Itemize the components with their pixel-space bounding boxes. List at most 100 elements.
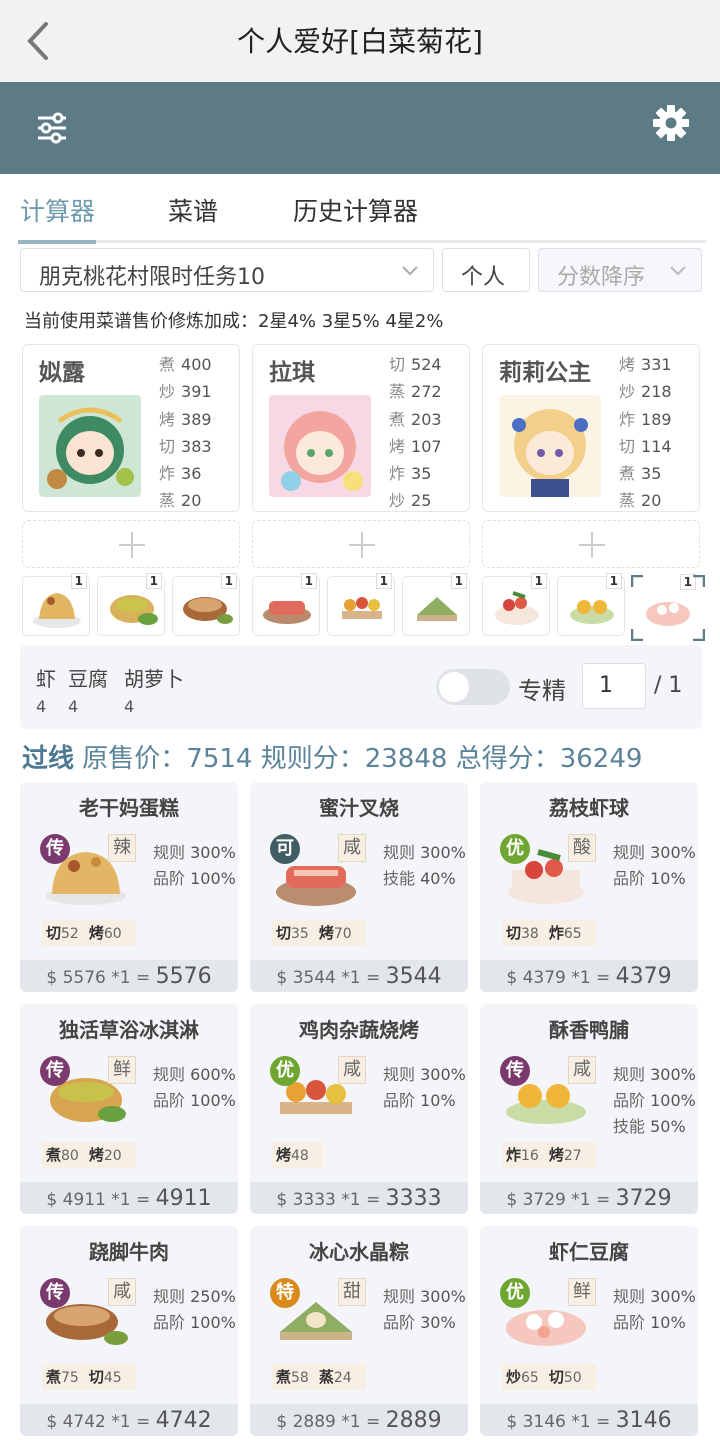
result-card[interactable]: 跷脚牛肉传 咸规则 250% 品阶 100% 煮75 切45 $ 4742 *1 = 47… <box>20 1226 238 1436</box>
chef-skill-list: 切 524 蒸 272 煮 203 烤 107 炸 35 炒 25 <box>389 351 469 515</box>
material-name: 虾 <box>36 667 56 691</box>
tab-history-calculator[interactable]: 历史计算器 <box>293 192 418 228</box>
result-card[interactable]: 鸡肉杂蔬烧烤优 咸规则 300% 品阶 10% 烤48 $ 3333 *1 = 3333 <box>250 1004 468 1214</box>
rank-badge: 可 <box>270 834 300 864</box>
chef-avatar <box>269 395 371 497</box>
chevron-down-icon <box>670 266 686 276</box>
cake-dish-icon <box>33 593 81 628</box>
price-row: $ 4379 *1 = 4379 <box>480 960 698 992</box>
chef-card[interactable]: 拉琪 切 524 蒸 272 煮 203 烤 107 炸 35 炒 25 <box>252 344 470 512</box>
rank-badge: 传 <box>40 1056 70 1086</box>
toggle-knob <box>439 672 469 702</box>
skill-row: 烤 107 <box>389 436 442 456</box>
add-equipment-slot[interactable] <box>22 520 240 568</box>
dish-name: 冰心水晶粽 <box>309 1240 409 1264</box>
scope-select-value: 个人 <box>461 265 506 290</box>
tab-bar: 计算器 菜谱 历史计算器 <box>0 174 720 244</box>
lychee-shrimp-icon <box>495 591 539 625</box>
skill-row: 切 524 <box>389 355 442 374</box>
skill-requirements: 切35 烤70 <box>272 920 366 946</box>
dish-name: 老干妈蛋糕 <box>79 796 179 820</box>
skill-row: 蒸 20 <box>619 491 662 511</box>
rank-badge: 优 <box>500 834 530 864</box>
dish-slot[interactable]: 1 <box>482 573 550 636</box>
bonus-list: 规则 250% 品阶 100% <box>153 1284 236 1336</box>
bonus-list: 规则 300% 品阶 30% <box>383 1284 466 1336</box>
price-row: $ 3146 *1 = 3146 <box>480 1404 698 1436</box>
char-siu-icon <box>263 601 311 624</box>
chef-card[interactable]: 莉莉公主 烤 331 炒 218 炸 189 切 114 煮 35 蒸 20 <box>482 344 700 512</box>
skewer-icon <box>342 597 382 619</box>
bonus-list: 规则 600% 品阶 100% <box>153 1062 236 1114</box>
skill-requirements: 炒65 切50 <box>502 1364 596 1390</box>
result-card[interactable]: 独活草浴冰淇淋传 鲜规则 600% 品阶 100% 煮80 烤20 $ 4911 *1 =… <box>20 1004 238 1214</box>
dish-slot[interactable]: 1 <box>327 573 395 636</box>
bonus-row: 规则 300% <box>153 843 236 862</box>
chevron-down-icon <box>402 266 418 276</box>
settings-button[interactable] <box>650 102 692 144</box>
bonus-row: 品阶 100% <box>613 1091 696 1110</box>
rank-badge: 特 <box>270 1278 300 1308</box>
skill-row: 烤 389 <box>159 409 212 429</box>
bonus-list: 规则 300% 品阶 100% 技能 50% <box>613 1062 696 1140</box>
filter-button[interactable] <box>34 108 70 148</box>
sort-select[interactable]: 分数降序 <box>538 248 702 292</box>
dish-name: 荔枝虾球 <box>549 796 629 820</box>
bonus-row: 规则 300% <box>383 1287 466 1306</box>
sliders-icon <box>38 112 66 144</box>
result-card[interactable]: 冰心水晶粽特 甜规则 300% 品阶 30% 煮58 蒸24 $ 2889 *1 = 28… <box>250 1226 468 1436</box>
chef-avatar <box>39 395 141 497</box>
specialize-count-input[interactable]: 1 <box>582 663 646 709</box>
top-bar: 个人爱好[白菜菊花] <box>0 0 720 82</box>
dish-name: 跷脚牛肉 <box>89 1240 169 1264</box>
dish-slot[interactable]: 1 <box>97 573 165 636</box>
bonus-row: 品阶 10% <box>613 869 686 888</box>
dish-slot[interactable]: 1 <box>402 573 470 636</box>
chef-card[interactable]: 姒露 煮 400 炒 391 烤 389 切 383 炸 36 蒸 20 <box>22 344 240 512</box>
add-equipment-slot[interactable] <box>482 520 700 568</box>
result-card[interactable]: 蜜汁叉烧可 咸规则 300% 技能 40% 切35 烤70 $ 3544 *1 = 354… <box>250 782 468 992</box>
skill-row: 切 383 <box>159 436 212 456</box>
dish-slot[interactable]: 1 <box>172 573 240 636</box>
taste-badge: 鲜 <box>568 1278 596 1306</box>
bonus-row: 品阶 10% <box>613 1313 686 1332</box>
dish-name: 虾仁豆腐 <box>549 1240 629 1264</box>
specialize-toggle[interactable] <box>436 669 510 705</box>
skill-requirements: 切38 炸65 <box>502 920 596 946</box>
bonus-row: 品阶 100% <box>153 1313 236 1332</box>
taste-badge: 酸 <box>568 834 596 862</box>
rank-badge: 传 <box>500 1056 530 1086</box>
skill-requirements: 煮75 切45 <box>42 1364 136 1390</box>
bonus-info: 当前使用菜谱售价修炼加成：2星4% 3星5% 4星2% <box>24 311 444 332</box>
chef-name: 莉莉公主 <box>499 360 591 386</box>
result-card[interactable]: 荔枝虾球优 酸规则 300% 品阶 10% 切38 炸65 $ 4379 *1 = 437… <box>480 782 698 992</box>
dish-name: 鸡肉杂蔬烧烤 <box>299 1018 419 1042</box>
duck-dish-icon <box>570 600 614 624</box>
page-title: 个人爱好[白菜菊花] <box>237 25 483 58</box>
result-card[interactable]: 老干妈蛋糕传 辣规则 300% 品阶 100% 切52 烤60 $ 5576 *1 = 5… <box>20 782 238 992</box>
dish-slot[interactable]: 1 <box>252 573 320 636</box>
soup-dish-icon <box>110 595 158 625</box>
dish-slot[interactable]: 1 <box>22 573 90 636</box>
skill-row: 炒 25 <box>389 491 432 511</box>
dish-name: 蜜汁叉烧 <box>319 796 399 820</box>
result-card[interactable]: 虾仁豆腐优 鲜规则 300% 品阶 10% 炒65 切50 $ 3146 *1 = 314… <box>480 1226 698 1436</box>
bonus-row: 规则 600% <box>153 1065 236 1084</box>
price-row: $ 3729 *1 = 3729 <box>480 1182 698 1214</box>
material-count: 4 <box>36 697 47 716</box>
tab-recipes[interactable]: 菜谱 <box>168 192 218 228</box>
bonus-row: 规则 300% <box>613 1287 696 1306</box>
dish-slot-selected[interactable]: 1 <box>631 574 705 641</box>
material-count: 4 <box>124 697 135 716</box>
dish-slot[interactable]: 1 <box>557 573 625 636</box>
result-card[interactable]: 酥香鸭脯传 咸规则 300% 品阶 100% 技能 50% 炸16 烤27 $ 3729 *… <box>480 1004 698 1214</box>
bonus-list: 规则 300% 品阶 10% <box>613 1284 696 1336</box>
active-tab-indicator <box>18 240 96 244</box>
skill-row: 炸 189 <box>619 409 672 429</box>
scope-select[interactable]: 个人 <box>442 248 530 292</box>
add-equipment-slot[interactable] <box>252 520 470 568</box>
tab-calculator[interactable]: 计算器 <box>20 192 95 228</box>
bonus-row: 技能 50% <box>613 1117 686 1136</box>
beef-bowl-icon <box>183 597 233 624</box>
task-select[interactable]: 朋克桃花村限时任务10 <box>20 248 434 292</box>
